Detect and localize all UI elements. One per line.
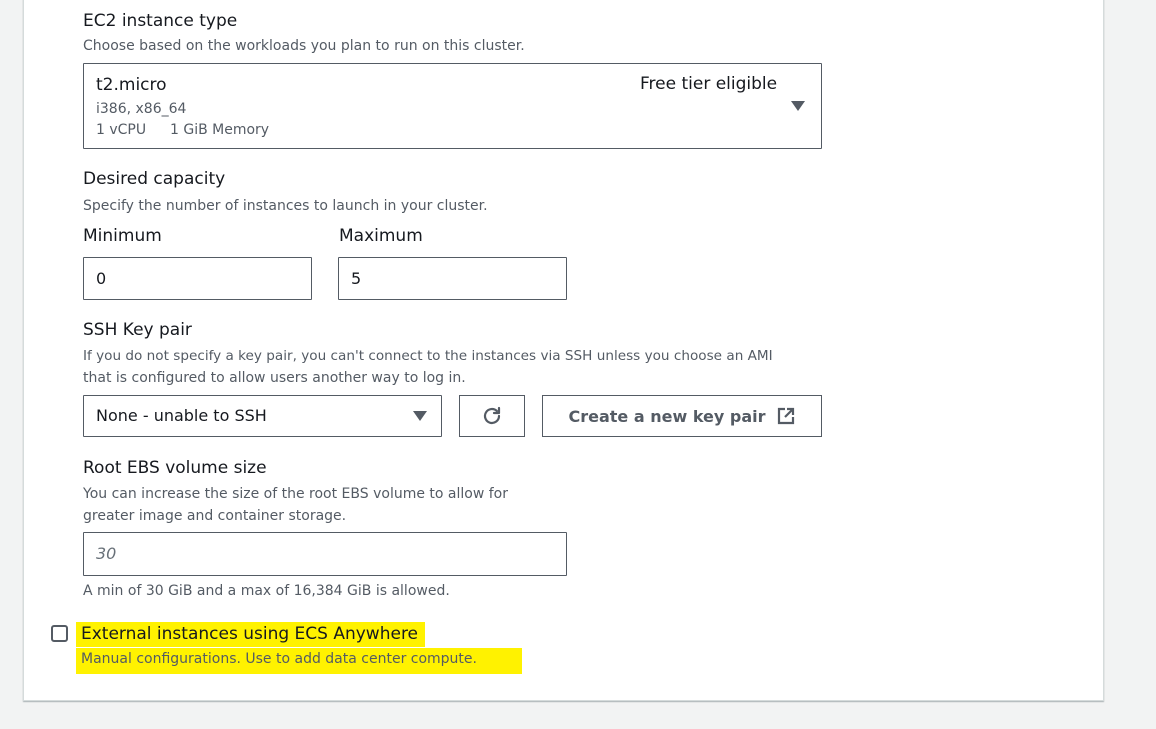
capacity-label: Desired capacity — [83, 169, 226, 189]
refresh-button[interactable] — [459, 395, 525, 437]
ebs-description-line2: greater image and container storage. — [83, 508, 347, 524]
external-instances-checkbox[interactable] — [51, 625, 68, 642]
instance-type-vcpu: 1 vCPU — [96, 122, 147, 138]
minimum-value: 0 — [96, 269, 107, 288]
ebs-volume-input[interactable]: 30 — [83, 532, 567, 576]
ssh-description-line2: that is configured to allow users anothe… — [83, 370, 466, 386]
chevron-down-icon — [413, 411, 427, 421]
ssh-label: SSH Key pair — [83, 320, 192, 340]
ebs-description-line1: You can increase the size of the root EB… — [83, 486, 508, 502]
instance-type-label: EC2 instance type — [83, 11, 238, 31]
minimum-label: Minimum — [83, 226, 162, 246]
ebs-label: Root EBS volume size — [83, 458, 267, 478]
maximum-input[interactable]: 5 — [338, 257, 567, 300]
ssh-description-line1: If you do not specify a key pair, you ca… — [83, 348, 773, 364]
maximum-label: Maximum — [339, 226, 423, 246]
free-tier-badge: Free tier eligible — [640, 74, 778, 94]
external-instances-label[interactable]: External instances using ECS Anywhere — [81, 624, 418, 644]
minimum-input[interactable]: 0 — [83, 257, 312, 300]
instance-type-arch: i386, x86_64 — [96, 101, 187, 117]
maximum-value: 5 — [351, 269, 362, 288]
refresh-icon — [483, 406, 501, 425]
ssh-key-selected: None - unable to SSH — [96, 406, 267, 425]
ebs-hint: A min of 30 GiB and a max of 16,384 GiB … — [83, 583, 450, 599]
ebs-volume-placeholder: 30 — [96, 544, 117, 563]
instance-type-memory: 1 GiB Memory — [170, 122, 270, 138]
instance-type-selected-name: t2.micro — [96, 75, 167, 95]
instance-type-description: Choose based on the workloads you plan t… — [83, 38, 525, 54]
create-key-pair-button[interactable]: Create a new key pair — [542, 395, 822, 437]
external-link-icon — [777, 407, 794, 425]
capacity-description: Specify the number of instances to launc… — [83, 198, 488, 214]
external-instances-description: Manual configurations. Use to add data c… — [81, 651, 477, 667]
chevron-down-icon — [791, 101, 805, 111]
instance-type-select[interactable]: t2.micro i386, x86_64 1 vCPU 1 GiB Memor… — [83, 63, 822, 149]
create-key-pair-label: Create a new key pair — [568, 406, 766, 426]
ssh-key-select[interactable]: None - unable to SSH — [83, 395, 442, 437]
